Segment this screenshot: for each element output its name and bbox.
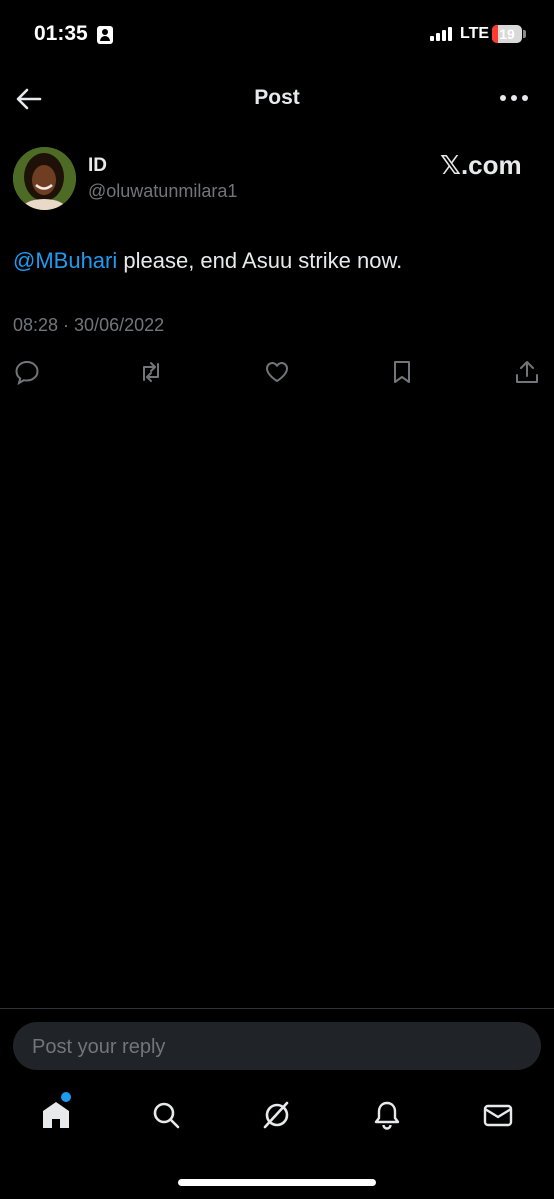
like-icon[interactable] [263,358,293,388]
battery-icon: 19 [492,25,522,43]
grok-icon[interactable] [260,1098,294,1132]
more-dots-icon[interactable] [498,90,530,106]
avatar[interactable] [13,147,76,210]
post-timestamp: 08:28 · 30/06/2022 [13,315,165,335]
battery-percentage: 19 [499,26,515,42]
messages-icon[interactable] [481,1098,515,1132]
author-handle[interactable]: @oluwatunmilara1 [88,181,237,202]
signal-icon [430,27,454,41]
author-name[interactable]: ID [88,155,107,177]
post-body: please, end Asuu strike now. [117,248,403,273]
reply-box[interactable] [13,1022,541,1072]
home-icon[interactable] [39,1098,73,1132]
repost-icon[interactable] [137,358,167,388]
divider [0,1008,554,1009]
share-icon[interactable] [513,358,543,388]
home-indicator [178,1179,376,1186]
search-icon[interactable] [149,1098,183,1132]
id-badge-icon [97,26,113,44]
status-time: 01:35 [34,22,88,45]
mention-link[interactable]: @MBuhari [13,248,117,273]
notification-dot [61,1092,71,1102]
post-text: @MBuhari please, end Asuu strike now. [13,248,402,274]
x-com-watermark: 𝕏.com [440,150,522,180]
page-title: Post [254,86,300,109]
reply-input[interactable] [30,1022,514,1072]
battery-tip [523,30,526,38]
reply-icon[interactable] [13,358,43,388]
notifications-icon[interactable] [370,1098,404,1132]
post-actions [13,358,543,390]
network-label: LTE [460,25,490,42]
bookmark-icon[interactable] [388,358,418,388]
